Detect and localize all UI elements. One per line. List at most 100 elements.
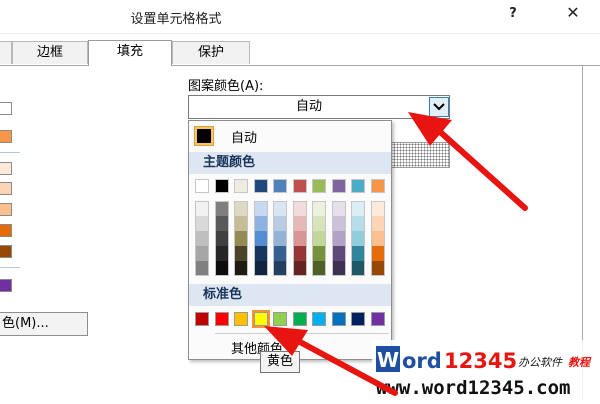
theme-shade-swatch[interactable] (253, 201, 268, 216)
theme-shade-swatch[interactable] (292, 261, 307, 276)
theme-color-swatch[interactable] (234, 179, 248, 193)
theme-color-swatch[interactable] (331, 179, 346, 193)
tab-border[interactable]: 边框 (12, 41, 88, 64)
theme-shade-swatch[interactable] (370, 246, 385, 261)
theme-shade-column (253, 201, 268, 276)
auto-color-option[interactable]: 自动 (189, 121, 391, 151)
bg-color-swatch[interactable] (0, 162, 12, 175)
theme-shade-swatch[interactable] (351, 216, 365, 231)
bg-color-swatch[interactable] (0, 224, 12, 237)
theme-shade-column (331, 201, 346, 276)
watermark-brand-tag: 教程 (568, 356, 592, 369)
theme-shade-swatch[interactable] (253, 246, 268, 261)
theme-shade-swatch[interactable] (312, 231, 326, 246)
theme-shade-swatch[interactable] (195, 261, 209, 276)
theme-color-swatch[interactable] (253, 179, 268, 193)
theme-shade-swatch[interactable] (312, 216, 326, 231)
theme-shade-swatch[interactable] (312, 261, 326, 276)
theme-shade-swatch[interactable] (273, 261, 287, 276)
theme-shade-swatch[interactable] (234, 216, 248, 231)
theme-shade-swatch[interactable] (292, 246, 307, 261)
pattern-color-value: 自动 (295, 99, 322, 114)
palette-separator (0, 267, 20, 268)
standard-color-swatch[interactable] (195, 312, 209, 326)
theme-color-swatch[interactable] (214, 179, 229, 193)
bg-color-swatch[interactable] (0, 203, 12, 216)
standard-color-swatch[interactable] (370, 312, 385, 326)
theme-color-swatch[interactable] (292, 179, 307, 193)
theme-shade-swatch[interactable] (214, 216, 229, 231)
theme-shade-swatch[interactable] (195, 201, 209, 216)
theme-shade-swatch[interactable] (331, 231, 346, 246)
theme-shade-swatch[interactable] (351, 231, 365, 246)
theme-color-swatch[interactable] (370, 179, 385, 193)
theme-shade-swatch[interactable] (273, 216, 287, 231)
close-button[interactable]: ✕ (546, 0, 600, 26)
theme-shade-swatch[interactable] (312, 246, 326, 261)
theme-shade-swatch[interactable] (370, 201, 385, 216)
theme-shade-swatch[interactable] (273, 231, 287, 246)
theme-shade-swatch[interactable] (214, 246, 229, 261)
theme-shade-swatch[interactable] (331, 216, 346, 231)
theme-shade-swatch[interactable] (214, 201, 229, 216)
theme-shade-swatch[interactable] (370, 231, 385, 246)
theme-shade-swatch[interactable] (214, 231, 229, 246)
standard-color-swatch[interactable] (331, 312, 346, 326)
bg-color-swatch[interactable] (0, 130, 12, 143)
standard-color-swatch[interactable] (234, 312, 248, 326)
tab-number-partial[interactable] (0, 41, 12, 64)
theme-colors-header: 主题颜色 (189, 152, 391, 174)
theme-shade-swatch[interactable] (273, 201, 287, 216)
bg-color-swatch[interactable] (0, 245, 12, 258)
dropdown-button[interactable] (429, 97, 449, 117)
theme-shade-swatch[interactable] (234, 231, 248, 246)
theme-shade-swatch[interactable] (195, 216, 209, 231)
theme-shade-swatch[interactable] (253, 231, 268, 246)
tab-fill[interactable]: 填充 (88, 40, 172, 66)
theme-shade-swatch[interactable] (331, 201, 346, 216)
bg-color-swatch[interactable] (0, 182, 12, 195)
bg-color-swatch[interactable] (0, 279, 12, 292)
standard-color-swatch[interactable] (351, 312, 365, 326)
theme-shade-swatch[interactable] (214, 261, 229, 276)
theme-shade-swatch[interactable] (292, 201, 307, 216)
theme-color-swatch[interactable] (351, 179, 365, 193)
theme-color-swatch[interactable] (195, 179, 209, 193)
more-bg-colors-button[interactable]: 色(M)... (0, 312, 88, 336)
theme-shade-swatch[interactable] (312, 201, 326, 216)
svg-text:W: W (377, 348, 399, 372)
standard-color-swatch[interactable] (251, 310, 270, 328)
tab-protection[interactable]: 保护 (172, 41, 250, 64)
theme-color-swatch[interactable] (312, 179, 326, 193)
theme-shade-swatch[interactable] (370, 216, 385, 231)
theme-shade-swatch[interactable] (292, 216, 307, 231)
watermark-brand-number: 12345 (444, 349, 517, 373)
standard-color-swatch[interactable] (273, 312, 287, 326)
help-button[interactable]: ? (502, 4, 524, 26)
palette-separator (0, 152, 20, 153)
theme-shade-column (195, 201, 209, 276)
theme-shade-swatch[interactable] (331, 246, 346, 261)
theme-shade-swatch[interactable] (331, 261, 346, 276)
pattern-color-select[interactable]: 自动 (188, 95, 450, 119)
theme-color-swatch[interactable] (273, 179, 287, 193)
theme-shade-swatch[interactable] (273, 246, 287, 261)
theme-shade-swatch[interactable] (351, 261, 365, 276)
theme-shade-swatch[interactable] (195, 246, 209, 261)
theme-shade-swatch[interactable] (351, 201, 365, 216)
theme-shade-swatch[interactable] (370, 261, 385, 276)
standard-color-swatch[interactable] (214, 312, 229, 326)
theme-shade-swatch[interactable] (234, 201, 248, 216)
standard-colors-header: 标准色 (189, 284, 391, 306)
theme-shade-swatch[interactable] (253, 216, 268, 231)
standard-color-swatch[interactable] (292, 312, 307, 326)
theme-shade-swatch[interactable] (351, 246, 365, 261)
theme-shade-swatch[interactable] (234, 261, 248, 276)
theme-shade-swatch[interactable] (234, 246, 248, 261)
theme-shade-swatch[interactable] (253, 261, 268, 276)
theme-shade-swatch[interactable] (292, 231, 307, 246)
bg-color-swatch[interactable] (0, 102, 12, 115)
theme-shade-swatch[interactable] (195, 231, 209, 246)
auto-color-swatch (194, 126, 214, 146)
standard-color-swatch[interactable] (312, 312, 326, 326)
